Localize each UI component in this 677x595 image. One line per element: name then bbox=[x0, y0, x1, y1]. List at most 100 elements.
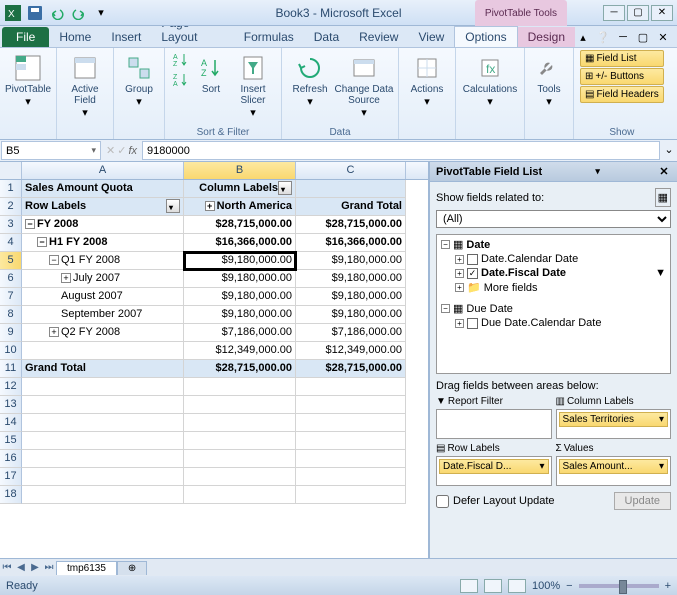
values-box[interactable]: Sales Amount...▾ bbox=[556, 456, 672, 486]
tab-formulas[interactable]: Formulas bbox=[234, 27, 304, 47]
sheet-tab-active[interactable]: tmp6135 bbox=[56, 561, 117, 575]
tab-data[interactable]: Data bbox=[304, 27, 349, 47]
report-filter-box[interactable] bbox=[436, 409, 552, 439]
cell[interactable]: −Q1 FY 2008 bbox=[22, 252, 184, 270]
select-all-corner[interactable] bbox=[0, 162, 22, 179]
cell[interactable]: Grand Total bbox=[296, 198, 406, 216]
sort-asc-button[interactable]: AZ bbox=[171, 50, 191, 70]
sort-button[interactable]: AZ Sort bbox=[195, 50, 227, 97]
name-box[interactable]: ▾ bbox=[1, 141, 101, 160]
checkbox[interactable] bbox=[467, 318, 478, 329]
cell[interactable]: $28,715,000.00 bbox=[296, 216, 406, 234]
col-header-c[interactable]: C bbox=[296, 162, 406, 179]
row-header[interactable]: 11 bbox=[0, 360, 22, 378]
cell[interactable]: $12,349,000.00 bbox=[184, 342, 296, 360]
tree-fiscal-date[interactable]: + Date.Fiscal Date ▼ bbox=[439, 266, 668, 280]
zoom-in-icon[interactable]: + bbox=[665, 580, 671, 592]
area-item-val[interactable]: Sales Amount...▾ bbox=[559, 459, 669, 474]
row-header[interactable]: 5 bbox=[0, 252, 22, 270]
cell[interactable] bbox=[296, 486, 406, 504]
doc-close-icon[interactable]: ✕ bbox=[655, 31, 671, 47]
layout-options-icon[interactable]: ▦ bbox=[655, 188, 671, 207]
checkbox[interactable] bbox=[467, 254, 478, 265]
tree-due-date[interactable]: − ▦ Due Date bbox=[439, 301, 668, 316]
cell[interactable]: $9,180,000.00 bbox=[184, 270, 296, 288]
row-header[interactable]: 2 bbox=[0, 198, 22, 216]
cell[interactable]: $9,180,000.00 bbox=[296, 252, 406, 270]
cell[interactable]: $9,180,000.00 bbox=[296, 288, 406, 306]
row-header[interactable]: 4 bbox=[0, 234, 22, 252]
expand-icon[interactable]: + bbox=[49, 327, 59, 337]
cell[interactable] bbox=[22, 396, 184, 414]
cell[interactable] bbox=[296, 450, 406, 468]
cell[interactable] bbox=[22, 450, 184, 468]
defer-checkbox[interactable] bbox=[436, 495, 449, 508]
active-field-button[interactable]: Active Field▾ bbox=[63, 50, 107, 121]
cell[interactable] bbox=[22, 486, 184, 504]
cell[interactable] bbox=[296, 414, 406, 432]
filter-dropdown-icon[interactable] bbox=[166, 199, 180, 213]
zoom-out-icon[interactable]: − bbox=[566, 580, 572, 592]
cell[interactable]: Grand Total bbox=[22, 360, 184, 378]
field-list-title-bar[interactable]: PivotTable Field List ▾ ✕ bbox=[430, 162, 677, 182]
row-header[interactable]: 14 bbox=[0, 414, 22, 432]
cell[interactable]: +Q2 FY 2008 bbox=[22, 324, 184, 342]
field-tree[interactable]: − ▦ Date + Date.Calendar Date + Date.Fis… bbox=[436, 234, 671, 374]
pivottable-button[interactable]: PivotTable▾ bbox=[6, 50, 50, 110]
cell[interactable] bbox=[22, 342, 184, 360]
formula-input-box[interactable] bbox=[142, 141, 660, 160]
collapse-icon[interactable]: − bbox=[441, 240, 450, 249]
expand-icon[interactable]: + bbox=[455, 255, 464, 264]
worksheet-grid[interactable]: A B C 1Sales Amount QuotaColumn Labels2R… bbox=[0, 162, 429, 558]
row-header[interactable]: 9 bbox=[0, 324, 22, 342]
tree-cal-date[interactable]: + Date.Calendar Date bbox=[439, 252, 668, 266]
cell[interactable] bbox=[184, 414, 296, 432]
field-headers-toggle[interactable]: ▤Field Headers bbox=[580, 86, 664, 103]
cell[interactable] bbox=[184, 378, 296, 396]
doc-min-icon[interactable]: ─ bbox=[615, 31, 631, 47]
related-select[interactable]: (All) bbox=[436, 210, 671, 228]
tools-button[interactable]: Tools▾ bbox=[531, 50, 567, 110]
field-list-toggle[interactable]: ▦Field List bbox=[580, 50, 664, 67]
cell[interactable] bbox=[22, 378, 184, 396]
cell[interactable]: $12,349,000.00 bbox=[296, 342, 406, 360]
filter-dropdown-icon[interactable] bbox=[278, 181, 292, 195]
expand-icon[interactable]: + bbox=[205, 201, 215, 211]
group-button[interactable]: Group▾ bbox=[120, 50, 158, 110]
minimize-button[interactable]: ─ bbox=[603, 5, 625, 21]
name-box-input[interactable] bbox=[6, 145, 66, 157]
cell[interactable] bbox=[184, 486, 296, 504]
row-labels-box[interactable]: Date.Fiscal D...▾ bbox=[436, 456, 552, 486]
fx-icon[interactable]: fx bbox=[128, 145, 137, 157]
cell[interactable] bbox=[22, 468, 184, 486]
field-list-close-icon[interactable]: ✕ bbox=[657, 165, 671, 178]
column-labels-box[interactable]: Sales Territories▾ bbox=[556, 409, 672, 439]
collapse-icon[interactable]: − bbox=[37, 237, 47, 247]
tree-due-cal[interactable]: + Due Date.Calendar Date bbox=[439, 316, 668, 330]
undo-icon[interactable] bbox=[48, 4, 66, 22]
row-header[interactable]: 12 bbox=[0, 378, 22, 396]
update-button[interactable]: Update bbox=[614, 492, 671, 510]
grid-body[interactable]: 1Sales Amount QuotaColumn Labels2Row Lab… bbox=[0, 180, 428, 558]
cell[interactable]: $9,180,000.00 bbox=[184, 306, 296, 324]
cell[interactable]: −FY 2008 bbox=[22, 216, 184, 234]
buttons-toggle[interactable]: ⊞+/- Buttons bbox=[580, 68, 664, 85]
cell[interactable] bbox=[184, 396, 296, 414]
row-header[interactable]: 16 bbox=[0, 450, 22, 468]
close-button[interactable]: ✕ bbox=[651, 5, 673, 21]
sheet-first-icon[interactable]: ⏮ bbox=[0, 562, 14, 573]
help-icon[interactable]: ❔ bbox=[595, 31, 611, 47]
cell[interactable]: $9,180,000.00 bbox=[184, 252, 296, 270]
tab-file[interactable]: File bbox=[2, 27, 49, 47]
tree-date[interactable]: − ▦ Date bbox=[439, 237, 668, 252]
row-header[interactable]: 8 bbox=[0, 306, 22, 324]
cell[interactable]: $16,366,000.00 bbox=[184, 234, 296, 252]
cell[interactable]: Column Labels bbox=[184, 180, 296, 198]
cell[interactable]: $16,366,000.00 bbox=[296, 234, 406, 252]
insert-slicer-button[interactable]: Insert Slicer▾ bbox=[231, 50, 275, 121]
cell[interactable]: Row Labels bbox=[22, 198, 184, 216]
change-data-source-button[interactable]: Change Data Source▾ bbox=[336, 50, 392, 121]
field-list-dropdown-icon[interactable]: ▾ bbox=[595, 166, 600, 177]
cell[interactable]: August 2007 bbox=[22, 288, 184, 306]
area-item-row[interactable]: Date.Fiscal D...▾ bbox=[439, 459, 549, 474]
